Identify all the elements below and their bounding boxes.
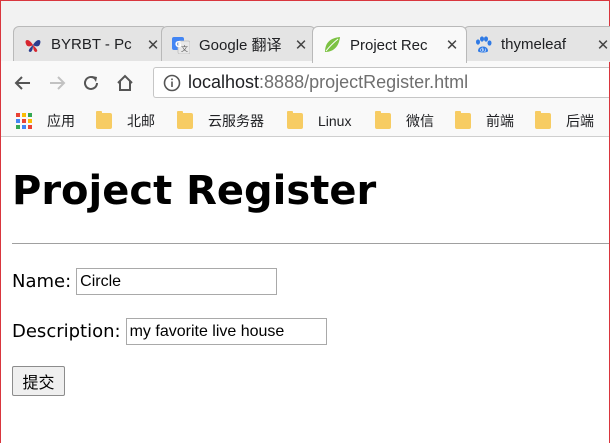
tab-google-translate[interactable]: G 文 Google 翻译 ✕ (161, 26, 316, 62)
tab-project-register[interactable]: Project Rec ✕ (312, 26, 467, 63)
tab-title: thymeleaf (501, 36, 567, 53)
description-field[interactable] (125, 318, 327, 345)
butterfly-icon (24, 36, 42, 54)
submit-button[interactable]: 提交 (12, 366, 65, 396)
leaf-icon (323, 36, 341, 54)
bookmark-label: 北邮 (127, 113, 155, 129)
back-arrow-icon[interactable] (8, 68, 38, 98)
folder-icon (177, 111, 193, 129)
folder-icon (375, 111, 391, 129)
google-translate-icon: G 文 (172, 36, 190, 54)
folder-icon (535, 111, 551, 129)
bookmark-linux[interactable]: Linux (287, 111, 351, 131)
folder-icon (455, 111, 471, 129)
bookmark-frontend[interactable]: 前端 (455, 111, 514, 131)
forward-arrow-icon[interactable] (42, 68, 72, 98)
bookmark-label: 云服务器 (208, 113, 264, 129)
svg-text:du: du (480, 47, 486, 53)
description-row: Description: (12, 318, 327, 345)
paw-icon: du (474, 35, 492, 54)
bookmark-apps[interactable]: 应用 (16, 111, 75, 131)
name-field[interactable] (76, 268, 278, 295)
bookmark-label: 微信 (406, 113, 434, 129)
bookmark-cloud-server[interactable]: 云服务器 (177, 111, 264, 131)
tab-title: Project Rec (350, 36, 428, 54)
folder-icon (287, 111, 303, 129)
svg-text:文: 文 (181, 44, 188, 53)
divider (12, 243, 609, 244)
page-title: Project Register (12, 168, 377, 214)
bookmark-backend[interactable]: 后端 (535, 111, 594, 131)
reload-icon[interactable] (76, 68, 106, 98)
close-icon[interactable]: ✕ (444, 36, 460, 54)
bookmark-beiyou[interactable]: 北邮 (96, 111, 155, 131)
name-row: Name: (12, 268, 278, 295)
folder-icon (96, 111, 112, 129)
browser-toolbar: localhost:8888/projectRegister.html (1, 61, 609, 104)
page-content: Project Register Name: Description: 提交 (1, 138, 609, 443)
apps-grid-icon (16, 113, 32, 129)
name-label: Name: (12, 271, 72, 292)
url-path: :8888/projectRegister.html (259, 72, 469, 92)
bookmark-label: 后端 (566, 113, 594, 129)
tab-thymeleaf[interactable]: du thymeleaf ✕ (463, 26, 610, 62)
tab-strip: BYRBT - Pc ✕ G 文 Google 翻译 ✕ Project Rec… (1, 1, 610, 63)
bookmark-label: 应用 (47, 113, 75, 129)
home-icon[interactable] (110, 68, 140, 98)
bookmarks-bar: 应用 北邮 云服务器 Linux 微信 前端 后端 (1, 104, 609, 137)
address-bar[interactable]: localhost:8888/projectRegister.html (153, 67, 609, 98)
bookmark-label: 前端 (486, 113, 514, 129)
bookmark-wechat[interactable]: 微信 (375, 111, 434, 131)
tab-byrbt[interactable]: BYRBT - Pc ✕ (13, 26, 168, 62)
description-label: Description: (12, 321, 121, 342)
bookmark-label: Linux (318, 113, 352, 129)
close-icon[interactable]: ✕ (293, 36, 309, 54)
tab-title: Google 翻译 (199, 37, 282, 54)
url-host: localhost (188, 72, 260, 92)
tab-title: BYRBT - Pc (51, 36, 132, 53)
close-icon[interactable]: ✕ (595, 36, 610, 54)
info-icon[interactable] (162, 73, 182, 93)
close-icon[interactable]: ✕ (145, 36, 161, 54)
